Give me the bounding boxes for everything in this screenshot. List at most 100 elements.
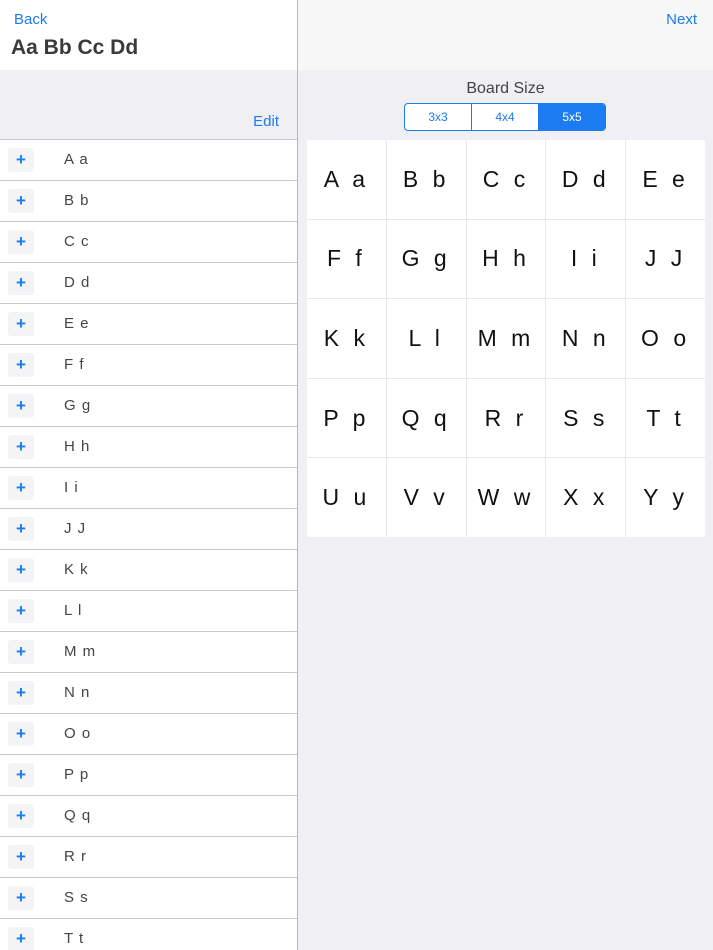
add-icon[interactable]: + [8, 148, 34, 172]
board-cell[interactable]: K k [307, 299, 386, 378]
board-cell[interactable]: W w [466, 458, 546, 537]
board-cell[interactable]: E e [626, 140, 705, 219]
board-size-selector: 3x3 4x4 5x5 [404, 103, 606, 131]
add-icon[interactable]: + [8, 517, 34, 541]
list-item[interactable]: + K k [0, 550, 297, 591]
board-panel: Next Board Size 3x3 4x4 5x5 A aB bC cD dE … [298, 0, 713, 950]
add-icon[interactable]: + [8, 640, 34, 664]
add-icon[interactable]: + [8, 394, 34, 418]
list-item[interactable]: + J J [0, 509, 297, 550]
list-item[interactable]: + H h [0, 427, 297, 468]
board-cell[interactable]: J J [626, 219, 705, 299]
add-icon[interactable]: + [8, 271, 34, 295]
list-item-label: D d [64, 274, 91, 291]
list-item-label: N n [64, 684, 91, 701]
list-item[interactable]: + R r [0, 837, 297, 878]
board-size-option-3x3[interactable]: 3x3 [405, 104, 472, 130]
board-size-label: Board Size [466, 80, 545, 97]
list-toolbar: Edit [0, 70, 297, 140]
board-cell[interactable]: Q q [386, 378, 466, 458]
list-item-label: I i [64, 479, 79, 496]
list-item-label: B b [64, 192, 90, 209]
back-button[interactable]: Back [14, 11, 47, 28]
letter-board: A aB bC cD dE e F fG gH hI iJ J K kL lM mN… [307, 140, 705, 537]
list-item-label: F f [64, 356, 85, 373]
list-item-label: P p [64, 766, 90, 783]
list-item[interactable]: + F f [0, 345, 297, 386]
add-icon[interactable]: + [8, 722, 34, 746]
add-icon[interactable]: + [8, 353, 34, 377]
letter-list: + A a + B b + C c + D d + E e + F f + G g + H h + I i + J J… [0, 139, 297, 950]
add-icon[interactable]: + [8, 763, 34, 787]
list-item[interactable]: + T t [0, 919, 297, 950]
list-item-label: Q q [64, 807, 92, 824]
add-icon[interactable]: + [8, 189, 34, 213]
add-icon[interactable]: + [8, 927, 34, 950]
board-cell[interactable]: Y y [626, 458, 705, 537]
board-cell[interactable]: V v [386, 458, 466, 537]
board-cell[interactable]: P p [307, 378, 386, 458]
list-item-label: E e [64, 315, 90, 332]
list-item[interactable]: + G g [0, 386, 297, 427]
board-cell[interactable]: R r [466, 378, 546, 458]
list-item-label: H h [64, 438, 91, 455]
board-cell[interactable]: H h [466, 219, 546, 299]
board-cell[interactable]: T t [626, 378, 705, 458]
board-cell[interactable]: A a [307, 140, 386, 219]
list-item[interactable]: + C c [0, 222, 297, 263]
board-cell[interactable]: O o [626, 299, 705, 378]
board-cell[interactable]: C c [466, 140, 546, 219]
list-item[interactable]: + S s [0, 878, 297, 919]
board-cell[interactable]: F f [307, 219, 386, 299]
list-item-label: O o [64, 725, 92, 742]
list-item-label: M m [64, 643, 97, 660]
add-icon[interactable]: + [8, 558, 34, 582]
list-item-label: L l [64, 602, 83, 619]
list-item[interactable]: + Q q [0, 796, 297, 837]
board-cell[interactable]: U u [307, 458, 386, 537]
board-size-option-5x5[interactable]: 5x5 [539, 104, 605, 130]
board-cell[interactable]: N n [546, 299, 626, 378]
board-cell[interactable]: I i [546, 219, 626, 299]
board-cell[interactable]: B b [386, 140, 466, 219]
board-cell[interactable]: L l [386, 299, 466, 378]
list-item-label: C c [64, 233, 90, 250]
board-cell[interactable]: S s [546, 378, 626, 458]
add-icon[interactable]: + [8, 476, 34, 500]
list-item[interactable]: + D d [0, 263, 297, 304]
list-item[interactable]: + I i [0, 468, 297, 509]
board-cell[interactable]: X x [546, 458, 626, 537]
board-cell[interactable]: M m [466, 299, 546, 378]
list-item-label: J J [64, 520, 87, 537]
board-size-option-4x4[interactable]: 4x4 [472, 104, 539, 130]
next-button[interactable]: Next [666, 11, 697, 28]
board-cell[interactable]: G g [386, 219, 466, 299]
list-item-label: S s [64, 889, 89, 906]
page-title: Aa Bb Cc Dd [11, 36, 139, 59]
list-item-label: T t [64, 930, 85, 947]
add-icon[interactable]: + [8, 845, 34, 869]
list-item-label: G g [64, 397, 92, 414]
add-icon[interactable]: + [8, 599, 34, 623]
add-icon[interactable]: + [8, 681, 34, 705]
add-icon[interactable]: + [8, 230, 34, 254]
list-item-label: R r [64, 848, 87, 865]
add-icon[interactable]: + [8, 312, 34, 336]
list-item[interactable]: + A a [0, 139, 297, 181]
list-item[interactable]: + B b [0, 181, 297, 222]
board-header: Next [298, 0, 713, 70]
list-item[interactable]: + N n [0, 673, 297, 714]
list-item[interactable]: + O o [0, 714, 297, 755]
list-item[interactable]: + M m [0, 632, 297, 673]
edit-button[interactable]: Edit [253, 113, 279, 130]
list-item[interactable]: + E e [0, 304, 297, 345]
add-icon[interactable]: + [8, 435, 34, 459]
board-cell[interactable]: D d [546, 140, 626, 219]
list-item[interactable]: + P p [0, 755, 297, 796]
add-icon[interactable]: + [8, 804, 34, 828]
letter-list-panel: Back Aa Bb Cc Dd Edit + A a + B b + C c + D d + E… [0, 0, 297, 950]
add-icon[interactable]: + [8, 886, 34, 910]
list-item-label: K k [64, 561, 89, 578]
list-item[interactable]: + L l [0, 591, 297, 632]
list-item-label: A a [64, 151, 89, 168]
